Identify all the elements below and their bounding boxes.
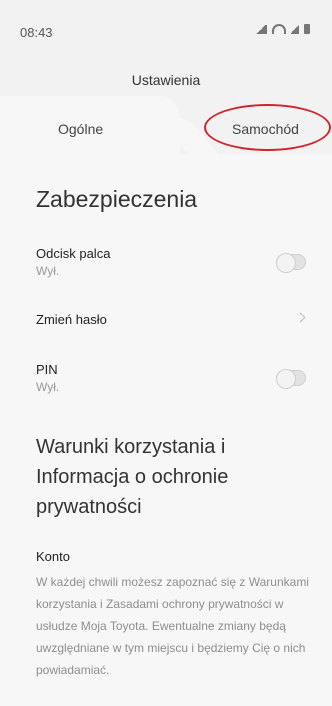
pin-toggle[interactable]: [276, 369, 306, 389]
cell-signal-icon: [291, 24, 299, 34]
mute-signal-icon: [255, 24, 267, 34]
status-icons: [255, 24, 310, 34]
account-description: W każdej chwili możesz zapoznać się z Wa…: [36, 575, 309, 677]
account-heading: Konto: [36, 549, 70, 564]
status-time: 08:43: [20, 25, 53, 40]
pin-label: PIN: [36, 362, 58, 377]
status-bar: 08:43: [0, 0, 332, 58]
change-password-label: Zmień hasło: [36, 312, 107, 327]
security-section-title: Zabezpieczenia: [36, 186, 198, 212]
tab-general-label: Ogólne: [58, 121, 104, 137]
fingerprint-label: Odcisk palca: [36, 246, 111, 261]
fingerprint-row[interactable]: Odcisk palca Wył.: [36, 246, 306, 286]
change-password-row[interactable]: Zmień hasło: [36, 312, 306, 332]
pin-status: Wył.: [36, 380, 60, 394]
tab-general[interactable]: Ogólne: [0, 96, 180, 154]
toggle-knob: [276, 253, 296, 273]
battery-icon: [304, 24, 310, 34]
toggle-knob: [276, 369, 296, 389]
app-header: Ustawienia: [0, 58, 332, 96]
terms-section-title: Warunki korzystania i Informacja o ochro…: [36, 436, 229, 518]
fingerprint-status: Wył.: [36, 264, 60, 278]
page-title: Ustawienia: [131, 72, 201, 88]
wifi-icon: [272, 24, 286, 34]
pin-row[interactable]: PIN Wył.: [36, 362, 306, 402]
fingerprint-toggle[interactable]: [276, 253, 306, 273]
annotation-circle: [204, 104, 331, 151]
settings-content: Zabezpieczenia Odcisk palca Wył. Zmień h…: [0, 154, 332, 706]
